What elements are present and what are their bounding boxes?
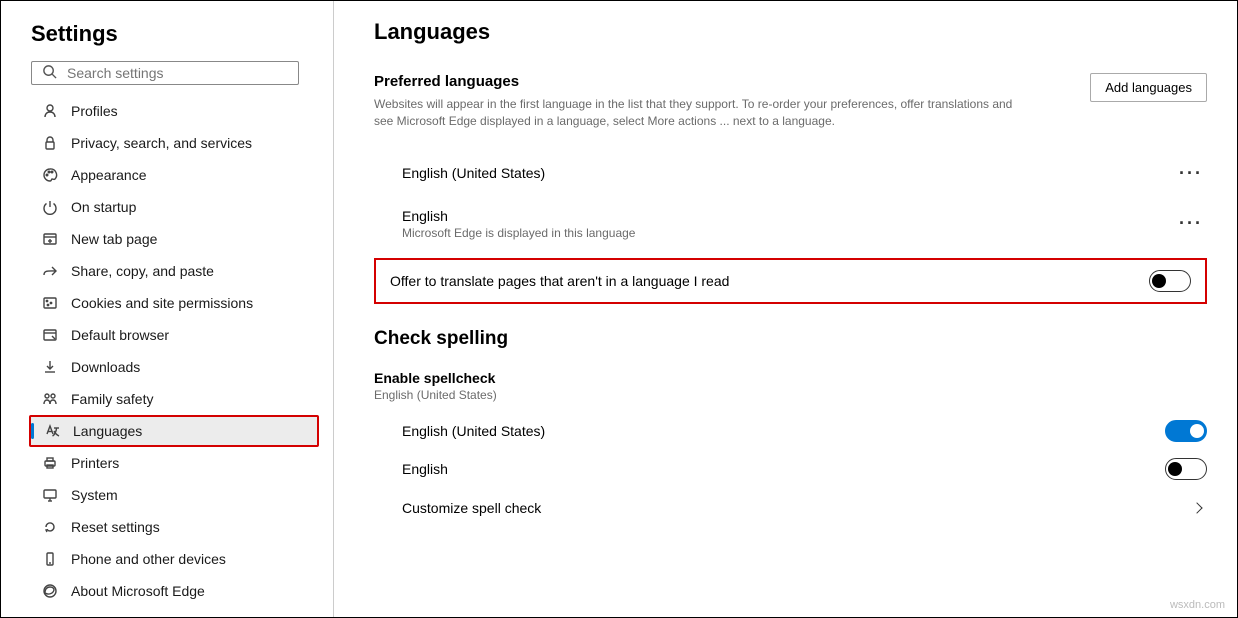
page-title: Languages xyxy=(374,19,1207,45)
spelling-section: Check spelling Enable spellcheck English… xyxy=(374,328,1207,524)
sidebar-item-label: Languages xyxy=(73,423,142,439)
chevron-right-icon xyxy=(1191,502,1202,513)
sidebar-item-label: Reset settings xyxy=(71,519,160,535)
sidebar-item-cookies[interactable]: Cookies and site permissions xyxy=(31,287,317,319)
search-icon xyxy=(42,64,67,82)
sidebar-item-reset[interactable]: Reset settings xyxy=(31,511,317,543)
customize-spellcheck-row[interactable]: Customize spell check xyxy=(374,488,1207,524)
sidebar-item-label: Family safety xyxy=(71,391,153,407)
sidebar-item-label: Cookies and site permissions xyxy=(71,295,253,311)
search-box[interactable] xyxy=(31,61,299,85)
sidebar-item-profiles[interactable]: Profiles xyxy=(31,95,317,127)
tab-icon xyxy=(41,231,59,247)
sidebar-item-appearance[interactable]: Appearance xyxy=(31,159,317,191)
palette-icon xyxy=(41,167,59,183)
sidebar-title: Settings xyxy=(31,21,317,47)
enable-spellcheck-sub: English (United States) xyxy=(374,388,1207,402)
spellcheck-toggle-en-us[interactable] xyxy=(1165,420,1207,442)
language-name: English xyxy=(402,208,635,224)
spellcheck-row-en: English xyxy=(374,450,1207,488)
sidebar-item-label: Default browser xyxy=(71,327,169,343)
power-icon xyxy=(41,199,59,215)
spellcheck-lang: English (United States) xyxy=(402,423,545,439)
sidebar-item-label: About Microsoft Edge xyxy=(71,583,205,599)
reset-icon xyxy=(41,519,59,535)
language-row-en: English Microsoft Edge is displayed in t… xyxy=(374,198,1207,250)
preferred-description: Websites will appear in the first langua… xyxy=(374,96,1034,131)
family-icon xyxy=(41,391,59,407)
add-languages-button[interactable]: Add languages xyxy=(1090,73,1207,102)
system-icon xyxy=(41,487,59,503)
sidebar-item-label: Phone and other devices xyxy=(71,551,226,567)
translate-toggle[interactable] xyxy=(1149,270,1191,292)
preferred-heading: Preferred languages xyxy=(374,73,1034,90)
spellcheck-toggle-en[interactable] xyxy=(1165,458,1207,480)
sidebar-item-label: Appearance xyxy=(71,167,147,183)
language-row-en-us: English (United States) ··· xyxy=(374,149,1207,198)
edge-icon xyxy=(41,583,59,599)
spelling-heading: Check spelling xyxy=(374,328,1207,350)
spellcheck-lang: English xyxy=(402,461,448,477)
search-input[interactable] xyxy=(67,65,288,81)
sidebar-item-languages[interactable]: Languages xyxy=(29,415,319,447)
enable-spellcheck-label: Enable spellcheck xyxy=(374,370,1207,386)
sidebar-item-family[interactable]: Family safety xyxy=(31,383,317,415)
sidebar-item-downloads[interactable]: Downloads xyxy=(31,351,317,383)
more-actions-button[interactable]: ··· xyxy=(1175,209,1207,238)
spellcheck-row-en-us: English (United States) xyxy=(374,412,1207,450)
sidebar-item-label: Privacy, search, and services xyxy=(71,135,252,151)
settings-sidebar: Settings Profiles Privacy, search, and s… xyxy=(1,1,334,617)
sidebar-item-label: Profiles xyxy=(71,103,118,119)
sidebar-item-label: On startup xyxy=(71,199,136,215)
share-icon xyxy=(41,263,59,279)
sidebar-item-label: Printers xyxy=(71,455,119,471)
more-actions-button[interactable]: ··· xyxy=(1175,159,1207,188)
download-icon xyxy=(41,359,59,375)
sidebar-item-about[interactable]: About Microsoft Edge xyxy=(31,575,317,607)
language-icon xyxy=(43,423,61,439)
lock-icon xyxy=(41,135,59,151)
sidebar-item-defaultbrowser[interactable]: Default browser xyxy=(31,319,317,351)
sidebar-item-startup[interactable]: On startup xyxy=(31,191,317,223)
sidebar-item-label: Share, copy, and paste xyxy=(71,263,214,279)
sidebar-nav: Profiles Privacy, search, and services A… xyxy=(31,95,317,607)
translate-label: Offer to translate pages that aren't in … xyxy=(390,273,729,289)
customize-label: Customize spell check xyxy=(402,500,541,516)
cookie-icon xyxy=(41,295,59,311)
phone-icon xyxy=(41,551,59,567)
sidebar-item-label: Downloads xyxy=(71,359,140,375)
sidebar-item-newtab[interactable]: New tab page xyxy=(31,223,317,255)
sidebar-item-phone[interactable]: Phone and other devices xyxy=(31,543,317,575)
content-pane: Languages Preferred languages Websites w… xyxy=(334,1,1237,617)
sidebar-item-privacy[interactable]: Privacy, search, and services xyxy=(31,127,317,159)
sidebar-item-share[interactable]: Share, copy, and paste xyxy=(31,255,317,287)
printer-icon xyxy=(41,455,59,471)
sidebar-item-system[interactable]: System xyxy=(31,479,317,511)
sidebar-item-label: System xyxy=(71,487,118,503)
watermark-text: wsxdn.com xyxy=(1170,599,1225,611)
translate-offer-row: Offer to translate pages that aren't in … xyxy=(374,258,1207,304)
sidebar-item-printers[interactable]: Printers xyxy=(31,447,317,479)
language-note: Microsoft Edge is displayed in this lang… xyxy=(402,226,635,240)
browser-icon xyxy=(41,327,59,343)
sidebar-item-label: New tab page xyxy=(71,231,157,247)
language-name: English (United States) xyxy=(402,165,545,181)
profile-icon xyxy=(41,103,59,119)
